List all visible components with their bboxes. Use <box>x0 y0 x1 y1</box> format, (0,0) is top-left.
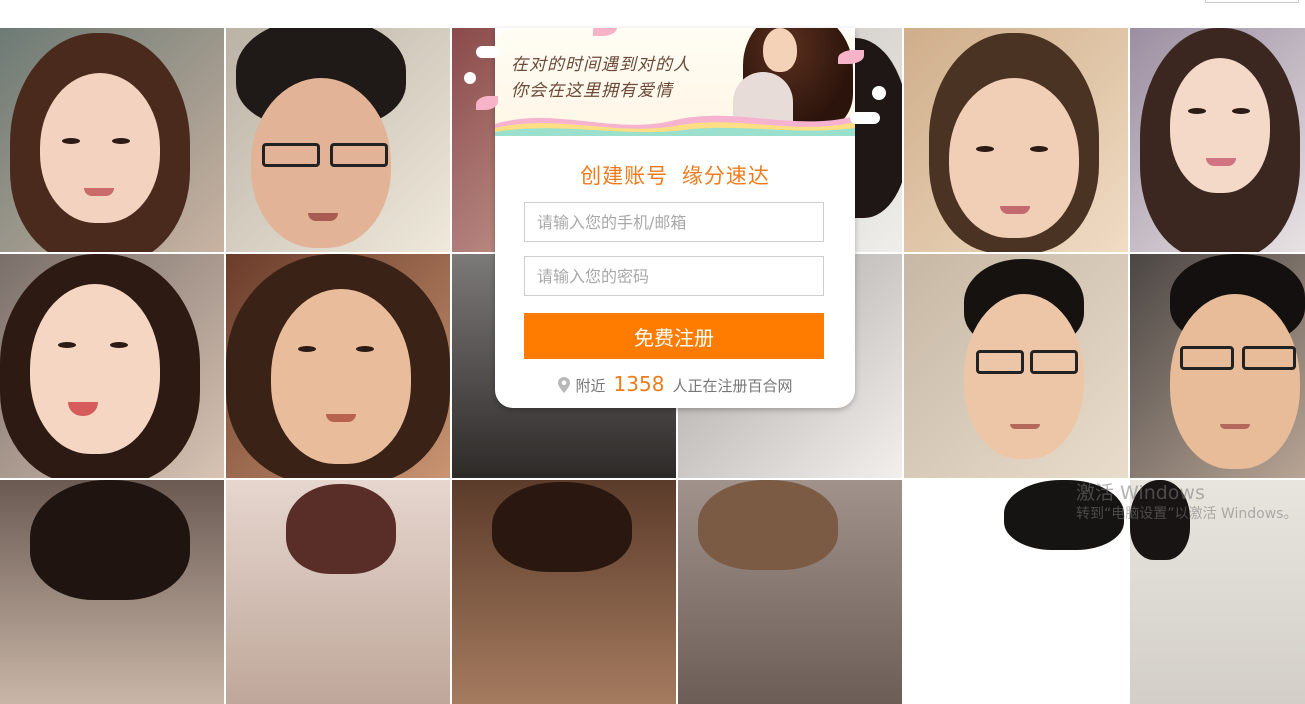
banner-slogan-line2: 你会在这里拥有爱情 <box>511 81 673 101</box>
register-title: 创建账号 缘分速达 <box>580 164 770 188</box>
profile-photo[interactable] <box>904 28 1128 252</box>
activate-windows-hint: 转到“电脑设置”以激活 Windows。 <box>1076 506 1298 522</box>
profile-photo[interactable] <box>226 480 450 704</box>
dot-decoration <box>850 112 880 124</box>
profile-photo[interactable] <box>1130 254 1305 478</box>
dot-decoration <box>476 46 500 58</box>
profile-photo[interactable] <box>0 480 224 704</box>
password-input[interactable] <box>524 256 824 296</box>
banner-portrait-face <box>763 28 797 72</box>
profile-photo[interactable] <box>0 28 224 252</box>
profile-photo[interactable] <box>1130 28 1305 252</box>
profile-photo[interactable] <box>226 254 450 478</box>
activate-windows-watermark: 激活 Windows <box>1076 482 1205 504</box>
top-search-input[interactable] <box>1205 0 1299 3</box>
nearby-count: 1358 <box>613 372 665 396</box>
profile-photo[interactable] <box>678 480 902 704</box>
profile-photo[interactable] <box>226 28 450 252</box>
register-banner: 在对的时间遇到对的人 你会在这里拥有爱情 <box>495 28 855 136</box>
account-input[interactable] <box>524 202 824 242</box>
profile-photo[interactable] <box>904 254 1128 478</box>
profile-photo[interactable] <box>452 480 676 704</box>
location-pin-icon <box>557 377 570 393</box>
nearby-suffix: 人正在注册百合网 <box>672 377 793 395</box>
top-bar <box>0 0 1305 28</box>
nearby-prefix: 附近 <box>575 377 606 395</box>
free-register-button[interactable]: 免费注册 <box>524 313 824 359</box>
dot-decoration <box>464 72 476 84</box>
petal-decoration <box>593 28 617 36</box>
rainbow-wave-decoration <box>495 115 855 136</box>
dot-decoration <box>872 86 886 100</box>
nearby-registrations: 附近 1358 人正在注册百合网 <box>495 372 855 396</box>
profile-photo[interactable] <box>0 254 224 478</box>
banner-slogan-line1: 在对的时间遇到对的人 <box>511 55 691 75</box>
